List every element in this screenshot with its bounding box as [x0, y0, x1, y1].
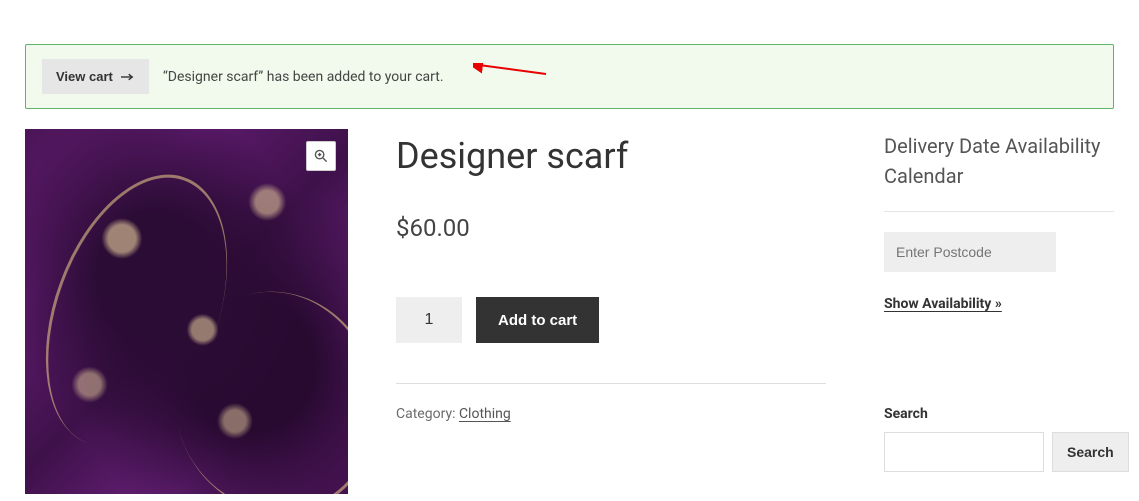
product-meta: Category: Clothing [396, 406, 826, 422]
category-link[interactable]: Clothing [459, 406, 511, 422]
annotation-arrow-icon [473, 63, 548, 76]
search-label: Search [884, 406, 1114, 422]
product-image[interactable] [25, 129, 348, 494]
product-price: $60.00 [396, 214, 826, 242]
postcode-input[interactable] [884, 232, 1056, 272]
meta-divider [396, 383, 826, 384]
sidebar-divider [884, 211, 1114, 212]
arrow-right-icon [121, 72, 135, 82]
view-cart-label: View cart [56, 69, 113, 84]
product-main: Designer scarf $60.00 Add to cart Catego… [25, 129, 1114, 494]
add-to-cart-form: Add to cart [396, 297, 826, 343]
sidebar: Delivery Date Availability Calendar Show… [884, 129, 1114, 494]
cart-notice: View cart “Designer scarf” has been adde… [25, 44, 1114, 109]
search-input[interactable] [884, 432, 1044, 472]
product-details: Designer scarf $60.00 Add to cart Catego… [396, 129, 836, 494]
show-availability-link[interactable]: Show Availability » [884, 296, 1114, 312]
search-button[interactable]: Search [1052, 432, 1129, 472]
category-label: Category: [396, 406, 459, 422]
view-cart-button[interactable]: View cart [42, 59, 149, 94]
zoom-button[interactable] [306, 141, 336, 171]
magnifier-plus-icon [314, 149, 328, 163]
product-title: Designer scarf [396, 135, 826, 178]
add-to-cart-button[interactable]: Add to cart [476, 297, 599, 343]
product-gallery [25, 129, 348, 494]
notice-message: “Designer scarf” has been added to your … [163, 69, 444, 85]
quantity-input[interactable] [396, 297, 462, 343]
search-form: Search [884, 432, 1114, 472]
delivery-calendar-heading: Delivery Date Availability Calendar [884, 131, 1114, 191]
